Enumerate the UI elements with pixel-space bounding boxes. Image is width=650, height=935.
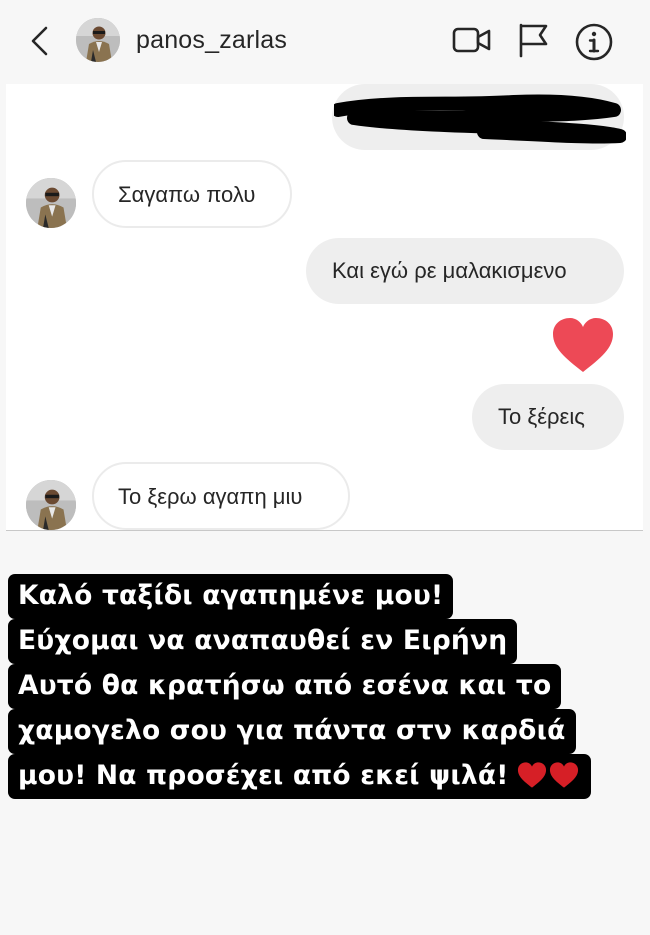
outgoing-message[interactable]: Το ξέρεις — [472, 384, 624, 450]
flag-icon[interactable] — [516, 22, 550, 58]
red-heart-icon — [517, 761, 546, 788]
story-caption: Καλό ταξίδι αγαπημένε μου! Εύχομαι να αν… — [8, 574, 644, 799]
outgoing-message[interactable]: Και εγώ ρε μαλακισμενο — [306, 238, 624, 304]
caption-line: Εύχομαι να αναπαυθεί εν Ειρήνη — [8, 619, 518, 664]
caption-line: χαμογελο σου για πάντα στν καρδιά — [8, 709, 576, 754]
caption-line: Καλό ταξίδι αγαπημένε μου! — [8, 574, 454, 619]
red-heart-icon[interactable] — [551, 316, 615, 374]
message-thread: Σαγαπω πολυ Και εγώ ρε μαλακισμενο Το ξέ… — [6, 84, 643, 531]
chat-header: panos_zarlas — [0, 0, 650, 82]
caption-line-last: μου! Να προσέχει από εκεί ψιλά! — [8, 754, 591, 799]
incoming-message[interactable]: Σαγαπω πολυ — [92, 160, 292, 228]
incoming-message[interactable]: Το ξερω αγαπη μιυ — [92, 462, 350, 530]
info-icon[interactable] — [574, 22, 614, 62]
red-heart-emoji-pair — [517, 755, 581, 799]
avatar[interactable] — [76, 18, 120, 62]
chevron-left-icon[interactable] — [28, 26, 52, 56]
video-call-icon[interactable] — [452, 22, 492, 58]
red-heart-icon — [549, 761, 578, 788]
avatar[interactable] — [26, 480, 76, 530]
username[interactable]: panos_zarlas — [136, 26, 287, 55]
avatar[interactable] — [26, 178, 76, 228]
caption-line: Αυτό θα κρατήσω από εσένα και το — [8, 664, 562, 709]
caption-line-text: μου! Να προσέχει από εκεί ψιλά! — [18, 760, 509, 791]
redaction-scribble — [334, 94, 626, 144]
